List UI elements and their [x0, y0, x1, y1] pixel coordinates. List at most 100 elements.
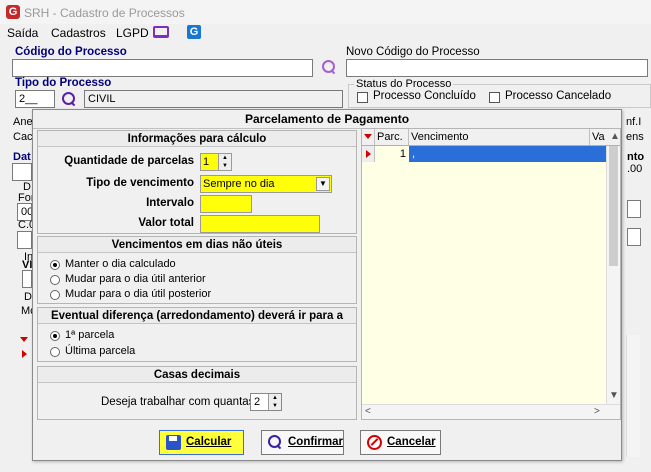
cancelar-button[interactable]: Cancelar	[360, 430, 441, 455]
calcular-button[interactable]: Calcular	[159, 430, 244, 455]
casas-decimais-header: Casas decimais	[38, 367, 356, 383]
menu-lgpd[interactable]: LGPD	[116, 26, 149, 40]
cell-vencimento[interactable]: ,	[409, 146, 606, 162]
col-vencimento-header[interactable]: Vencimento	[409, 129, 590, 145]
search-icon	[268, 435, 283, 450]
bg-fragment-ens: ens	[626, 131, 644, 143]
col-valor-header[interactable]: Va	[590, 129, 606, 145]
scroll-right-icon[interactable]: >	[594, 406, 600, 417]
intervalo-input[interactable]	[200, 195, 252, 213]
novo-codigo-label: Novo Código do Processo	[346, 46, 480, 58]
tipo-vencimento-label: Tipo de vencimento	[86, 177, 194, 189]
radio-dia-util-anterior[interactable]	[50, 275, 60, 285]
diferenca-header: Eventual diferença (arredondamento) deve…	[38, 308, 356, 324]
cell-parc: 1	[399, 148, 406, 160]
parcelamento-dialog: Parcelamento de Pagamento Informações pa…	[32, 109, 622, 461]
casas-decimais-stepper[interactable]: 2 ▲ ▼	[250, 393, 282, 411]
manter-dia-label: Manter o dia calculado	[65, 258, 176, 270]
tipo-vencimento-select[interactable]: Sempre no dia ▼	[200, 175, 332, 193]
novo-codigo-input[interactable]	[346, 59, 648, 77]
processo-concluido-checkbox[interactable]	[357, 92, 368, 103]
bg-fragment-field-1	[12, 163, 32, 181]
dia-util-anterior-label: Mudar para o dia útil anterior	[65, 273, 206, 285]
bg-fragment-field-4	[627, 200, 641, 218]
codigo-search-icon[interactable]	[322, 60, 335, 73]
grid-horizontal-scrollbar[interactable]: < >	[362, 404, 620, 419]
tipo-descricao-field: CIVIL	[84, 90, 343, 108]
spin-down-icon[interactable]: ▼	[219, 162, 231, 170]
confirmar-button[interactable]: Confirmar	[261, 430, 344, 455]
menu-cadastros[interactable]: Cadastros	[51, 26, 106, 40]
table-row[interactable]: 1 ,	[362, 146, 606, 162]
bg-grid-arrow-right-icon	[22, 350, 27, 358]
valor-total-input[interactable]	[200, 215, 320, 233]
app-logo-icon: G	[6, 5, 20, 19]
grid-vertical-scrollbar[interactable]: ▼	[606, 146, 620, 404]
radio-primeira-parcela[interactable]	[50, 331, 60, 341]
dialog-title: Parcelamento de Pagamento	[33, 110, 621, 129]
cancelar-label: Cancelar	[387, 436, 436, 448]
bg-fragment-cad: Cac	[13, 131, 33, 143]
ultima-parcela-label: Última parcela	[65, 345, 136, 357]
diferenca-panel: Eventual diferença (arredondamento) deve…	[37, 307, 357, 362]
intervalo-label: Intervalo	[146, 197, 194, 209]
grid-header: Parc. Vencimento Va ▲	[362, 129, 620, 146]
spin-down-icon[interactable]: ▼	[269, 402, 281, 410]
grid-indicator-header	[362, 129, 375, 145]
info-calculo-panel: Informações para cálculo Quantidade de p…	[37, 130, 357, 234]
casas-decimais-label: Deseja trabalhar com quantas	[101, 396, 255, 408]
bg-fragment-field-5	[627, 228, 641, 246]
dias-nao-uteis-panel: Vencimentos em dias não úteis Manter o d…	[37, 236, 357, 304]
spin-up-icon[interactable]: ▲	[219, 154, 231, 162]
menu-saida[interactable]: Saída	[7, 26, 38, 40]
qtd-parcelas-spin[interactable]: ▲ ▼	[218, 154, 231, 170]
scroll-left-icon[interactable]: <	[365, 406, 371, 417]
scroll-thumb[interactable]	[609, 146, 618, 266]
g-app-icon[interactable]: G	[187, 25, 201, 39]
bg-fragment-field-2	[17, 231, 32, 249]
bg-fragment-nto: nto	[627, 151, 645, 163]
parcelas-grid: Parc. Vencimento Va ▲ 1 , ▼ < >	[361, 128, 621, 420]
monitor-icon[interactable]	[153, 26, 169, 38]
confirmar-label: Confirmar	[288, 436, 343, 448]
tipo-processo-label: Tipo do Processo	[15, 77, 112, 89]
scroll-up-icon[interactable]: ▲	[610, 131, 620, 142]
radio-manter-dia[interactable]	[50, 260, 60, 270]
bg-fragment-00b: .00	[627, 163, 643, 175]
current-row-arrow-icon	[366, 150, 371, 158]
tipo-vencimento-value: Sempre no dia	[203, 178, 275, 190]
save-icon	[166, 435, 181, 450]
codigo-input[interactable]	[12, 59, 313, 77]
sort-arrow-icon	[364, 134, 372, 139]
chevron-down-icon[interactable]: ▼	[316, 177, 330, 191]
qtd-parcelas-stepper[interactable]: 1 ▲ ▼	[200, 153, 232, 171]
calcular-label: Calcular	[186, 436, 232, 448]
qtd-parcelas-value: 1	[203, 156, 210, 168]
valor-total-label: Valor total	[138, 217, 194, 229]
bg-scrollbar[interactable]	[626, 335, 640, 457]
qtd-parcelas-label: Quantidade de parcelas	[64, 155, 194, 167]
status-label: Status do Processo	[354, 78, 454, 90]
row-indicator	[362, 146, 375, 162]
window-title: SRH - Cadastro de Processos	[24, 6, 185, 20]
bg-fragment-nf: nf.I	[626, 116, 642, 128]
bg-fragment-ane: Ane	[13, 116, 33, 128]
col-parc-header[interactable]: Parc.	[375, 129, 409, 145]
spin-up-icon[interactable]: ▲	[269, 394, 281, 402]
radio-ultima-parcela[interactable]	[50, 347, 60, 357]
tipo-codigo-input[interactable]: 2__	[15, 90, 55, 108]
casas-decimais-panel: Casas decimais Deseja trabalhar com quan…	[37, 366, 357, 420]
casas-decimais-spin[interactable]: ▲ ▼	[268, 394, 281, 410]
processo-cancelado-checkbox[interactable]	[489, 92, 500, 103]
casas-decimais-value: 2	[254, 396, 261, 408]
primeira-parcela-label: 1ª parcela	[65, 329, 115, 341]
bg-fragment-dat: Dat	[13, 151, 31, 163]
codigo-label: Código do Processo	[15, 46, 127, 58]
bg-grid-arrow-down-icon	[20, 337, 28, 342]
radio-dia-util-posterior[interactable]	[50, 290, 60, 300]
scroll-down-icon[interactable]: ▼	[609, 390, 619, 401]
tipo-search-icon[interactable]	[62, 92, 75, 105]
info-calculo-header: Informações para cálculo	[38, 131, 356, 147]
processo-cancelado-label: Processo Cancelado	[505, 90, 612, 102]
bg-fragment-d2: D	[24, 291, 32, 303]
